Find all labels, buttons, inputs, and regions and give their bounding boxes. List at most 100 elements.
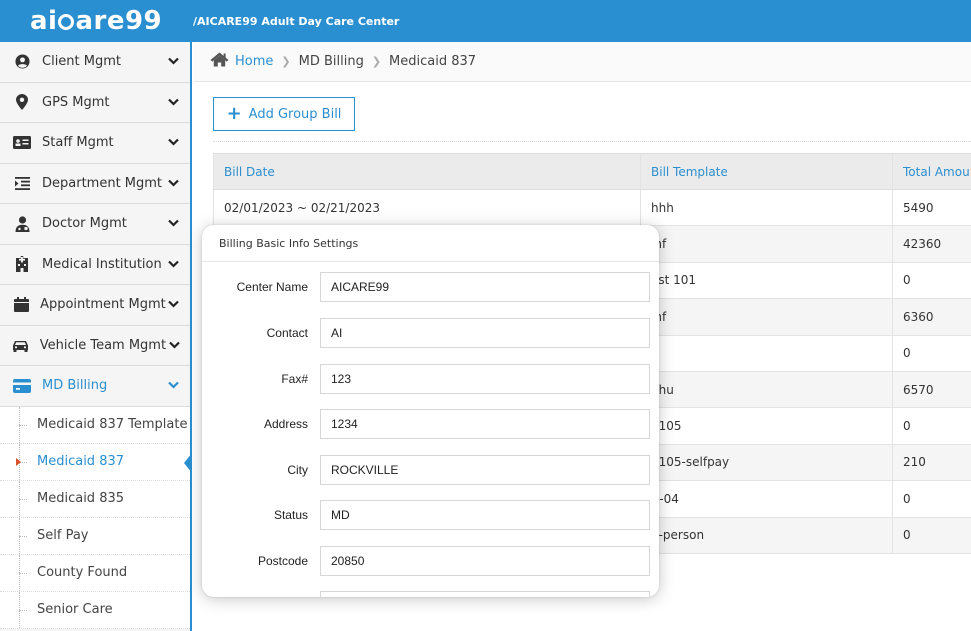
chevron-down-icon [164, 136, 182, 149]
form-row-fax: Fax# 123 [202, 364, 659, 394]
cell-bill-template: lhf [640, 226, 892, 262]
table-header: Bill Date Bill Template Total Amou [213, 153, 971, 190]
active-indicator [184, 452, 192, 473]
sidebar-item-label: Doctor Mgmt [42, 216, 127, 232]
center-title: /AICARE99 Adult Day Care Center [193, 14, 400, 28]
sidebar-item-medical-institution[interactable]: Medical Institution [0, 245, 190, 285]
sidebar-subitem-medicaid-835[interactable]: Medicaid 835 [0, 480, 190, 518]
sidebar-subitem-label: Senior Care [37, 602, 113, 617]
caret-right-icon [16, 457, 21, 466]
sidebar-item-department-mgmt[interactable]: Department Mgmt [0, 164, 190, 204]
sidebar-item-gps-mgmt[interactable]: GPS Mgmt [0, 83, 190, 123]
sidebar-item-label: Appointment Mgmt [40, 297, 166, 313]
breadcrumb: Home ❯ MD Billing ❯ Medicaid 837 [194, 42, 971, 82]
doctor-icon [12, 216, 32, 232]
cell-bill-template: h [640, 335, 892, 371]
sidebar-item-vehicle-team-mgmt[interactable]: Vehicle Team Mgmt [0, 326, 190, 366]
sidebar-subitem-label: Self Pay [37, 528, 89, 543]
postcode-field[interactable]: 20850 [320, 546, 650, 576]
indent-list-icon [12, 175, 32, 191]
sidebar-item-appointment-mgmt[interactable]: Appointment Mgmt [0, 285, 190, 326]
sidebar-subitem-senior-care[interactable]: Senior Care [0, 591, 190, 629]
chevron-down-icon [164, 55, 182, 68]
sidebar: Client Mgmt GPS Mgmt Staff Mgmt Departme… [0, 42, 192, 631]
column-header-total-amount[interactable]: Total Amou [892, 154, 971, 189]
cell-total-amount: 0 [892, 262, 971, 299]
id-card-icon [12, 135, 32, 151]
field-label: Address [263, 417, 308, 431]
cell-total-amount: 6570 [892, 371, 971, 408]
sidebar-item-label: MD Billing [42, 378, 108, 394]
cell-total-amount: 0 [892, 481, 971, 517]
cell-bill-template: hhh [640, 190, 892, 226]
center-name-field[interactable]: AICARE99 [320, 272, 650, 302]
calendar-icon [12, 297, 30, 313]
form-row-address: Address 1234 [202, 409, 659, 439]
address-field[interactable]: 1234 [320, 409, 650, 439]
cell-total-amount: 210 [892, 444, 971, 481]
contact-field[interactable]: AI [320, 318, 650, 348]
status-field[interactable]: MD [320, 500, 650, 530]
sidebar-item-label: Staff Mgmt [42, 135, 114, 151]
chevron-down-icon [164, 177, 182, 190]
chevron-right-icon: ❯ [281, 55, 291, 68]
add-group-bill-button[interactable]: + Add Group Bill [213, 97, 355, 131]
sidebar-item-label: Medical Institution [42, 256, 162, 272]
breadcrumb-md-billing[interactable]: MD Billing [299, 54, 364, 69]
city-field[interactable]: ROCKVILLE [320, 455, 650, 485]
field-label: Contact [266, 326, 308, 340]
app-logo[interactable]: ai are99 [0, 0, 190, 42]
sidebar-item-doctor-mgmt[interactable]: Doctor Mgmt [0, 204, 190, 245]
modal-title: Billing Basic Info Settings [202, 225, 659, 262]
home-icon[interactable] [210, 52, 229, 71]
divider [213, 141, 971, 142]
chevron-down-icon [164, 96, 182, 109]
sidebar-item-md-billing[interactable]: MD Billing [0, 366, 190, 407]
cell-bill-template: 5105-selfpay [640, 444, 892, 481]
sidebar-subitem-county-found[interactable]: County Found [0, 554, 190, 592]
field-label: Status [273, 508, 308, 522]
chevron-right-icon: ❯ [371, 55, 382, 68]
form-row-center-name: Center Name AICARE99 [202, 272, 659, 302]
cell-bill-template: est 101 [640, 262, 892, 299]
form-row-postcode: Postcode 20850 [202, 546, 659, 576]
cell-bill-template: n-person [640, 517, 892, 553]
field-label: Center Name [236, 280, 308, 294]
sidebar-item-label: GPS Mgmt [42, 94, 110, 110]
cell-total-amount: 42360 [892, 226, 971, 262]
sidebar-subitem-label: Medicaid 835 [37, 491, 125, 506]
cell-total-amount: 0 [892, 408, 971, 444]
sidebar-item-label: Vehicle Team Mgmt [39, 337, 167, 353]
user-circle-icon [12, 54, 32, 70]
sidebar-item-client-mgmt[interactable]: Client Mgmt [0, 42, 190, 83]
sidebar-subitem-label: Medicaid 837 Template [37, 417, 188, 432]
chevron-down-icon [166, 339, 182, 352]
next-field[interactable] [320, 591, 650, 597]
chevron-down-icon [166, 298, 182, 311]
cell-bill-template: lhf [640, 299, 892, 335]
cell-total-amount: 6360 [892, 299, 971, 335]
sidebar-subitem-medicaid-837-template[interactable]: Medicaid 837 Template [0, 406, 190, 444]
top-header-bar: ai are99 /AICARE99 Adult Day Care Center [0, 0, 971, 42]
add-group-bill-label: Add Group Bill [248, 106, 342, 122]
cell-total-amount: 5490 [892, 190, 971, 226]
column-header-bill-template[interactable]: Bill Template [640, 154, 892, 189]
form-row-status: Status MD [202, 500, 659, 530]
field-label: Postcode [257, 554, 308, 568]
fax-field[interactable]: 123 [320, 364, 650, 394]
car-icon [12, 337, 30, 353]
credit-card-icon [12, 378, 32, 394]
breadcrumb-home-link[interactable]: Home [235, 54, 273, 69]
logo-text: ai are99 [30, 6, 163, 36]
sidebar-subitem-medicaid-837[interactable]: Medicaid 837 [0, 443, 192, 481]
cell-bill-template: 5105 [640, 408, 892, 444]
cell-bill-template: uhu [640, 371, 892, 408]
sidebar-item-staff-mgmt[interactable]: Staff Mgmt [0, 123, 190, 164]
sidebar-subitem-self-pay[interactable]: Self Pay [0, 517, 190, 555]
billing-info-modal: Billing Basic Info Settings Center Name … [202, 225, 659, 597]
map-pin-icon [12, 94, 32, 111]
sidebar-subitem-label: County Found [37, 565, 128, 580]
column-header-bill-date[interactable]: Bill Date [213, 154, 640, 189]
plus-icon: + [226, 103, 242, 124]
table-row[interactable]: 02/01/2023 ~ 02/21/2023 hhh 5490 [213, 190, 971, 227]
